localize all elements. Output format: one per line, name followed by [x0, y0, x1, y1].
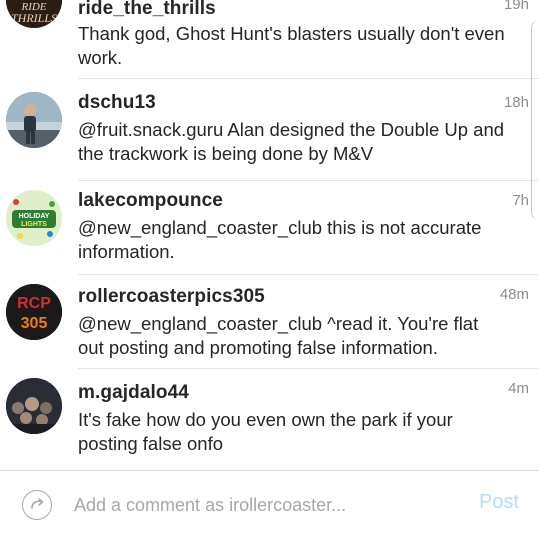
post-button[interactable]: Post: [479, 491, 519, 514]
comment-timestamp: 18h: [503, 94, 529, 111]
comment-input[interactable]: [74, 491, 434, 519]
comment-username[interactable]: ride_the_thrills: [78, 0, 216, 20]
comment-timestamp: 7h: [512, 192, 529, 209]
avatar-rollercoasterpics305[interactable]: RCP 305: [6, 284, 62, 340]
comment-text: @new_england_coaster_club ^read it. You'…: [78, 313, 479, 358]
reply-arrow-icon[interactable]: [22, 490, 52, 520]
avatar-ride-the-thrills[interactable]: RIDE THRILLS: [6, 0, 62, 28]
divider: [78, 274, 539, 275]
avatar-m-gajdalo44[interactable]: [6, 378, 62, 434]
comment-username[interactable]: rollercoasterpics305: [78, 286, 265, 308]
comment-timestamp: 19h: [503, 0, 529, 13]
comment-text: It's fake how do you even own the park i…: [78, 409, 453, 454]
comment-timestamp: 4m: [508, 380, 529, 397]
person-photo-icon: [6, 92, 62, 148]
avatar-lakecompounce[interactable]: HOLIDAY LIGHTS: [6, 190, 62, 246]
scroll-edge: [531, 20, 539, 220]
divider: [78, 180, 539, 181]
divider: [78, 368, 539, 369]
comment-timestamp: 48m: [499, 286, 529, 303]
rcp-305-logo-icon: RCP 305: [6, 284, 62, 340]
svg-text:HOLIDAY: HOLIDAY: [19, 213, 50, 220]
avatar-dschu13[interactable]: [6, 92, 62, 148]
curved-arrow-icon: [31, 498, 44, 509]
crowd-photo-icon: [6, 378, 62, 434]
comment-text: @fruit.snack.guru Alan designed the Doub…: [78, 119, 505, 164]
comment-username[interactable]: dschu13: [78, 92, 156, 114]
comments-list[interactable]: RIDE THRILLS ride_the_thrills 19h Thank …: [0, 0, 539, 470]
svg-text:THRILLS: THRILLS: [11, 11, 57, 25]
comment-text: @new_england_coaster_club this is not ac…: [78, 217, 482, 262]
comment-composer: Post: [0, 470, 539, 535]
holiday-lights-logo-icon: HOLIDAY LIGHTS: [6, 190, 62, 246]
comment-username[interactable]: m.gajdalo44: [78, 382, 189, 404]
comment-text: Thank god, Ghost Hunt's blasters usually…: [78, 23, 505, 68]
comment-username[interactable]: lakecompounce: [78, 190, 223, 212]
divider: [78, 78, 539, 79]
svg-text:LIGHTS: LIGHTS: [21, 221, 47, 228]
svg-text:RCP: RCP: [17, 295, 51, 312]
svg-text:305: 305: [21, 315, 48, 332]
ride-the-thrills-logo-icon: RIDE THRILLS: [6, 0, 62, 28]
